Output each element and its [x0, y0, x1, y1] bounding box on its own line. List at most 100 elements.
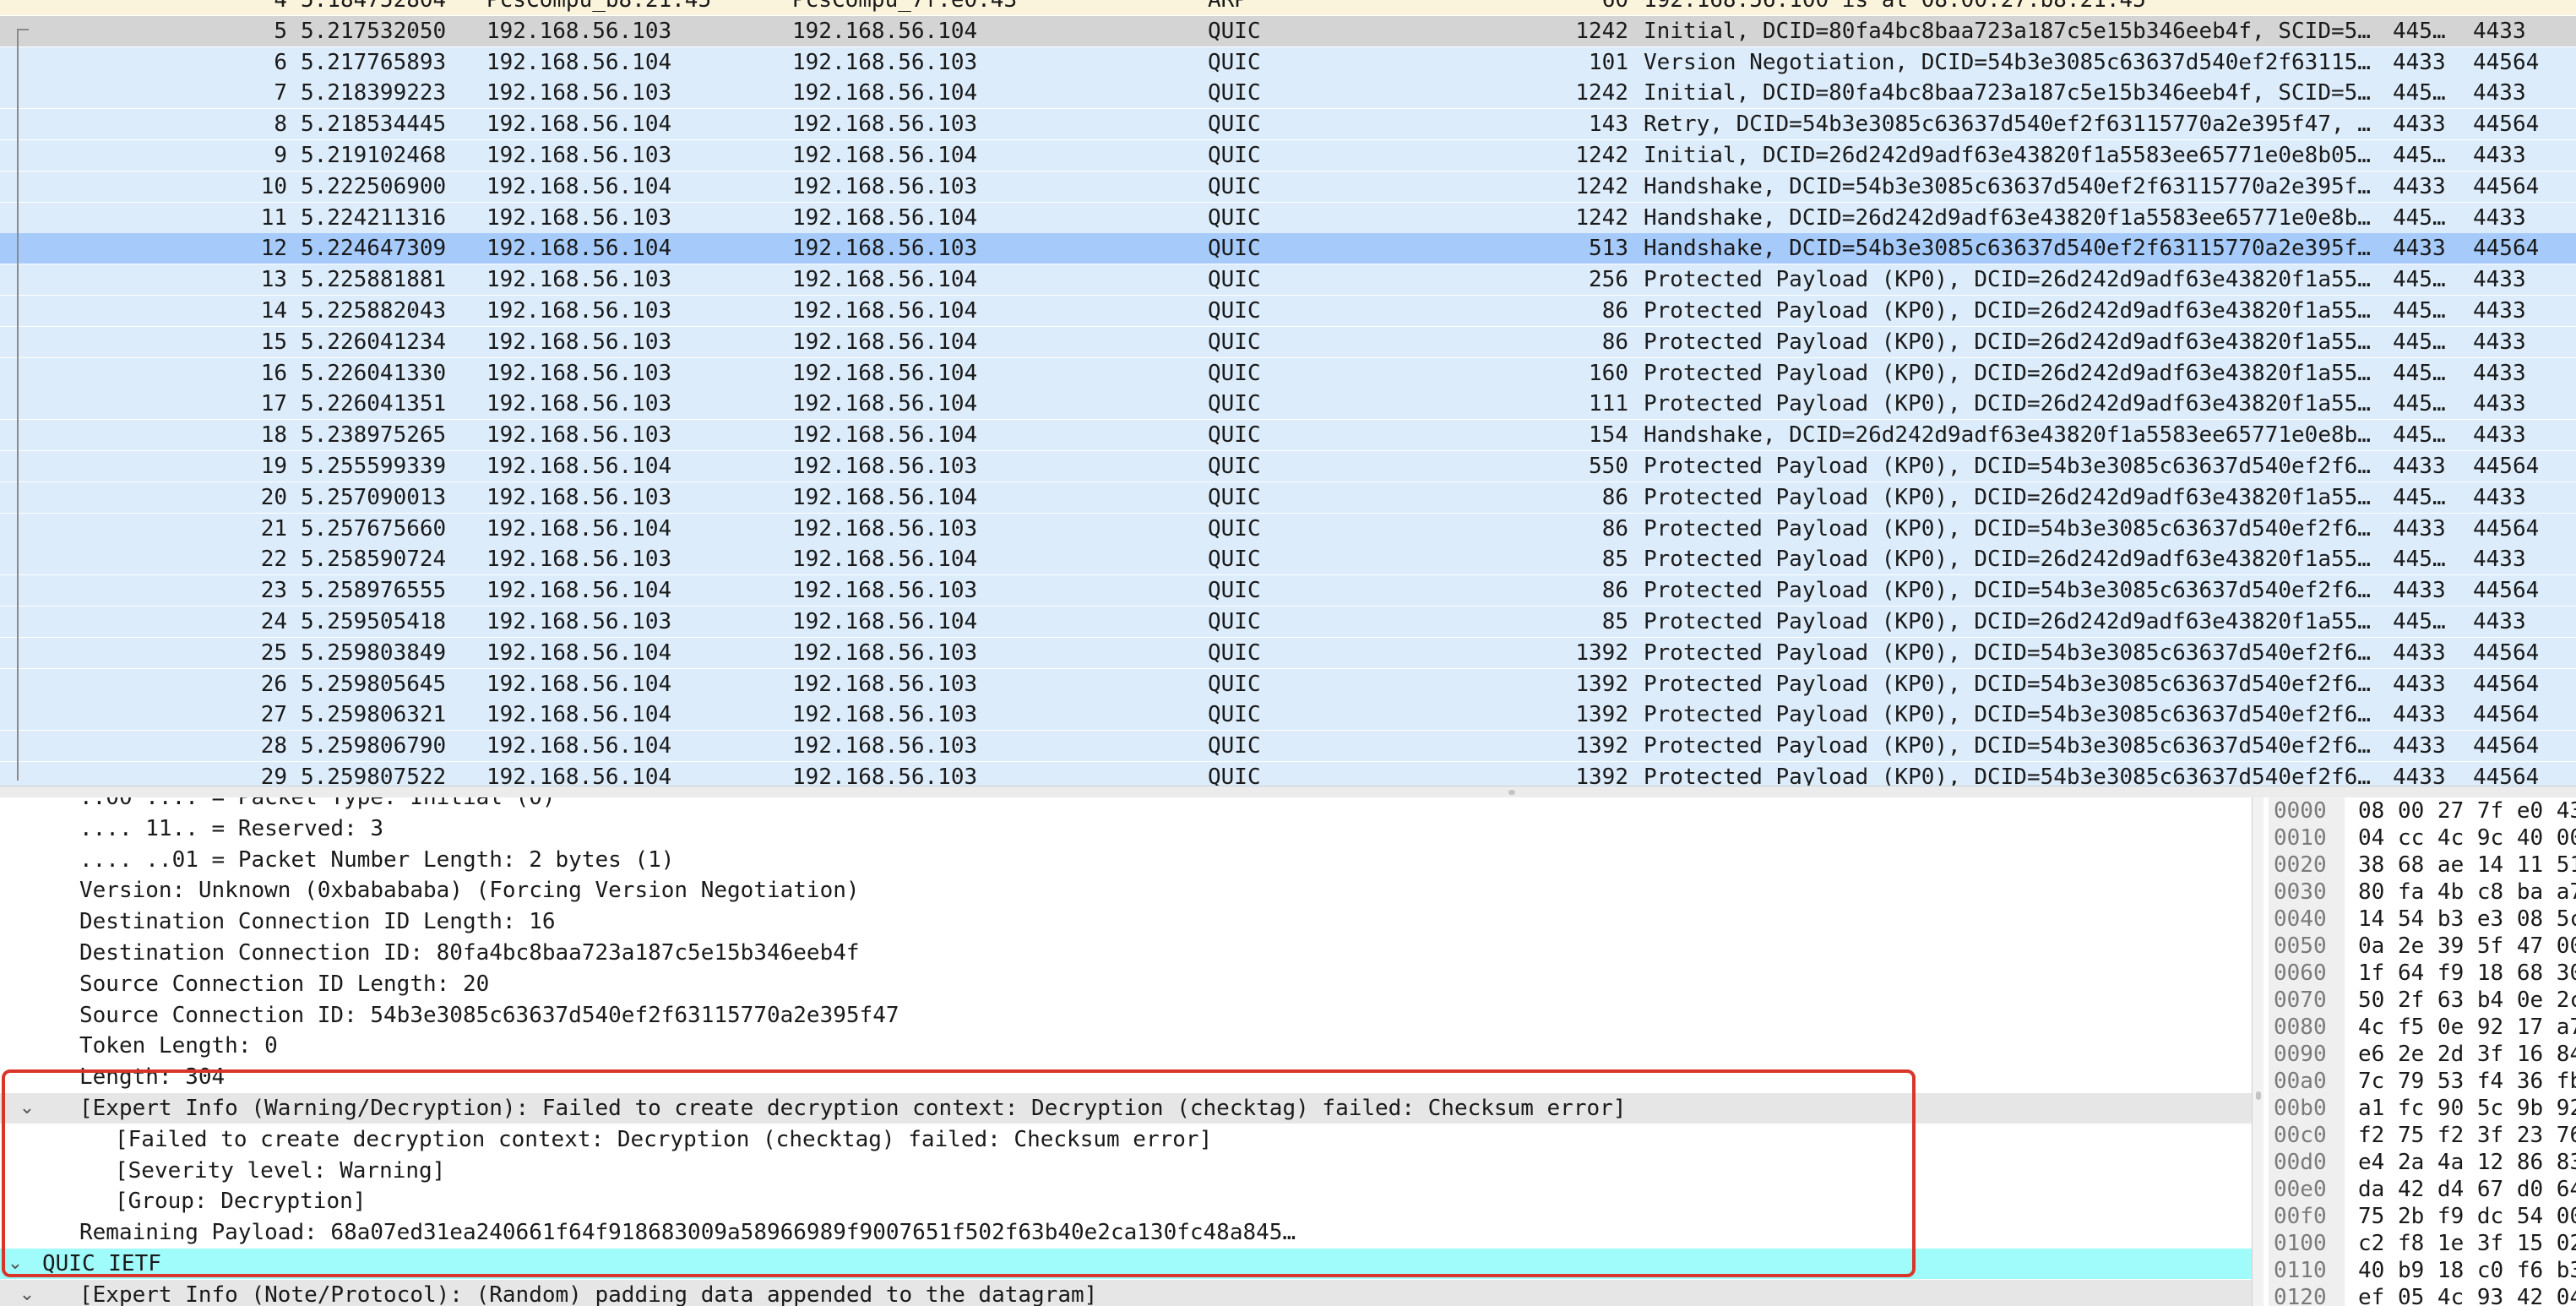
packet-row[interactable]: 5 5.217532050 192.168.56.103 192.168.56.104…: [0, 15, 2576, 46]
packet-source: 192.168.56.103: [486, 80, 672, 106]
packet-time: 5.225881881: [301, 267, 447, 293]
detail-field-row[interactable]: Version: Unknown (0xbabababa) (Forcing V…: [0, 875, 2252, 906]
packet-destination: 192.168.56.104: [792, 18, 978, 44]
expert-info-row[interactable]: ⌄ [Expert Info (Note/Protocol): (Random) …: [0, 1279, 2252, 1306]
hex-bytes: 75 2b f9 dc 54 00: [2358, 1204, 2576, 1229]
packet-row[interactable]: 4 5.184752804 PcsCompu_b8:21:45 PcsCompu_7f…: [0, 0, 2576, 15]
packet-row[interactable]: 28 5.259806790 192.168.56.104 192.168.56.10…: [0, 731, 2576, 762]
packet-protocol: QUIC: [1208, 391, 1261, 417]
packet-row[interactable]: 20 5.257090013 192.168.56.103 192.168.56.10…: [0, 482, 2576, 513]
packet-row[interactable]: 22 5.258590724 192.168.56.103 192.168.56.10…: [0, 544, 2576, 575]
detail-field-row[interactable]: Length: 304: [0, 1062, 2252, 1092]
bytes-row[interactable]: 0120 ef 05 4c 93 42 04: [2264, 1282, 2576, 1306]
detail-field-row[interactable]: [Group: Decryption]: [0, 1186, 2252, 1216]
packet-src-port: 445…: [2393, 484, 2446, 510]
protocol-tree-header[interactable]: ⌄ QUIC IETF: [0, 1249, 2252, 1279]
packet-length: 1392: [1575, 733, 1628, 759]
bytes-row[interactable]: 0020 38 68 ae 14 11 51: [2264, 850, 2576, 880]
packet-destination: 192.168.56.104: [792, 360, 978, 386]
packet-row[interactable]: 27 5.259806321 192.168.56.104 192.168.56.10…: [0, 699, 2576, 731]
byte-offset: 0110: [2274, 1258, 2327, 1283]
packet-dst-port: 44564: [2473, 702, 2540, 728]
detail-field-row[interactable]: Destination Connection ID Length: 16: [0, 906, 2252, 937]
packet-row[interactable]: 19 5.255599339 192.168.56.104 192.168.56.10…: [0, 451, 2576, 482]
packet-row[interactable]: 26 5.259805645 192.168.56.104 192.168.56.10…: [0, 668, 2576, 699]
bytes-row[interactable]: 00e0 da 42 d4 67 d0 64: [2264, 1174, 2576, 1205]
packet-protocol: QUIC: [1208, 298, 1261, 324]
detail-field-text: Destination Connection ID: 80fa4bc8baa72…: [79, 940, 860, 966]
bytes-row[interactable]: 0110 40 b9 18 c0 f6 b3: [2264, 1255, 2576, 1286]
packet-source: 192.168.56.104: [486, 702, 672, 728]
packet-row[interactable]: 13 5.225881881 192.168.56.103 192.168.56.10…: [0, 264, 2576, 296]
bytes-row[interactable]: 0090 e6 2e 2d 3f 16 84: [2264, 1039, 2576, 1069]
packet-details-pane[interactable]: ..00 .... = Packet Type: Initial (0)....…: [0, 797, 2252, 1306]
packet-dst-port: 4433: [2473, 204, 2526, 231]
packet-source: 192.168.56.104: [486, 173, 672, 199]
packet-destination: 192.168.56.103: [792, 639, 978, 666]
packet-source: PcsCompu_b8:21:45: [486, 0, 712, 13]
packet-row[interactable]: 14 5.225882043 192.168.56.103 192.168.56.10…: [0, 296, 2576, 326]
bytes-row[interactable]: 00d0 e4 2a 4a 12 86 83: [2264, 1147, 2576, 1178]
bytes-row[interactable]: 0100 c2 f8 1e 3f 15 02: [2264, 1228, 2576, 1259]
detail-field-row[interactable]: Destination Connection ID: 80fa4bc8baa72…: [0, 938, 2252, 968]
detail-field-row[interactable]: .... ..01 = Packet Number Length: 2 byte…: [0, 845, 2252, 875]
packet-row[interactable]: 6 5.217765893 192.168.56.104 192.168.56.103…: [0, 46, 2576, 78]
packet-list[interactable]: 4 5.184752804 PcsCompu_b8:21:45 PcsCompu_7f…: [0, 0, 2576, 786]
splitter-grip-icon: [2256, 1091, 2261, 1100]
packet-row[interactable]: 17 5.226041351 192.168.56.103 192.168.56.10…: [0, 389, 2576, 420]
packet-row[interactable]: 21 5.257675660 192.168.56.104 192.168.56.10…: [0, 513, 2576, 544]
packet-destination: 192.168.56.103: [792, 671, 978, 697]
hex-bytes: 04 cc 4c 9c 40 00: [2358, 825, 2576, 851]
expert-info-row[interactable]: ⌄ [Expert Info (Warning/Decryption): Fail…: [0, 1093, 2252, 1124]
packet-row[interactable]: 15 5.226041234 192.168.56.103 192.168.56.10…: [0, 326, 2576, 357]
packet-destination: 192.168.56.104: [792, 80, 978, 106]
detail-field-row[interactable]: Token Length: 0: [0, 1031, 2252, 1061]
packet-row[interactable]: 23 5.258976555 192.168.56.104 192.168.56.10…: [0, 575, 2576, 607]
packet-row[interactable]: 12 5.224647309 192.168.56.104 192.168.56.10…: [0, 233, 2576, 264]
packet-time: 5.226041351: [301, 391, 447, 417]
packet-row[interactable]: 10 5.222506900 192.168.56.104 192.168.56.10…: [0, 171, 2576, 202]
bytes-row[interactable]: 0060 1f 64 f9 18 68 30: [2264, 958, 2576, 988]
detail-field-row[interactable]: Remaining Payload: 68a07ed31ea240661f64f…: [0, 1217, 2252, 1248]
packet-row[interactable]: 11 5.224211316 192.168.56.103 192.168.56.10…: [0, 202, 2576, 233]
bytes-row[interactable]: 0040 14 54 b3 e3 08 5c: [2264, 904, 2576, 934]
packet-src-port: 4433: [2393, 173, 2446, 199]
bytes-row[interactable]: 00b0 a1 fc 90 5c 9b 92: [2264, 1093, 2576, 1124]
chevron-down-icon[interactable]: ⌄: [17, 1093, 37, 1124]
bytes-row[interactable]: 0050 0a 2e 39 5f 47 00: [2264, 931, 2576, 961]
detail-field-row[interactable]: .... 11.. = Reserved: 3: [0, 814, 2252, 844]
packet-src-port: 445…: [2393, 143, 2446, 168]
packet-dst-port: 44564: [2473, 639, 2540, 666]
packet-row[interactable]: 18 5.238975265 192.168.56.103 192.168.56.10…: [0, 420, 2576, 451]
packet-row[interactable]: 9 5.219102468 192.168.56.103 192.168.56.104…: [0, 140, 2576, 171]
detail-field-row[interactable]: [Failed to create decryption context: De…: [0, 1124, 2252, 1155]
packet-row[interactable]: 7 5.218399223 192.168.56.103 192.168.56.104…: [0, 78, 2576, 109]
packet-row[interactable]: 16 5.226041330 192.168.56.103 192.168.56.10…: [0, 357, 2576, 389]
bytes-row[interactable]: 0080 4c f5 0e 92 17 a7: [2264, 1012, 2576, 1042]
detail-field-row[interactable]: Source Connection ID Length: 20: [0, 969, 2252, 999]
bytes-row[interactable]: 00f0 75 2b f9 dc 54 00: [2264, 1201, 2576, 1232]
detail-field-row[interactable]: ..00 .... = Packet Type: Initial (0): [0, 797, 2252, 813]
packet-row[interactable]: 8 5.218534445 192.168.56.104 192.168.56.103…: [0, 109, 2576, 140]
bytes-row[interactable]: 0030 80 fa 4b c8 ba a7: [2264, 877, 2576, 907]
bytes-row[interactable]: 00a0 7c 79 53 f4 36 fb: [2264, 1066, 2576, 1096]
chevron-down-icon[interactable]: ⌄: [17, 1280, 37, 1306]
packet-info: Protected Payload (KP0), DCID=54b3e3085c…: [1644, 454, 2371, 479]
hex-bytes: a1 fc 90 5c 9b 92: [2358, 1096, 2576, 1121]
packet-source: 192.168.56.104: [486, 671, 672, 697]
bytes-row[interactable]: 0000 08 00 27 7f e0 43: [2264, 797, 2576, 826]
packet-protocol: QUIC: [1208, 18, 1261, 44]
bytes-row[interactable]: 0070 50 2f 63 b4 0e 2c: [2264, 985, 2576, 1015]
bytes-row[interactable]: 00c0 f2 75 f2 3f 23 76: [2264, 1120, 2576, 1151]
packet-src-port: 4433: [2393, 112, 2446, 138]
packet-bytes-pane[interactable]: 0000 08 00 27 7f e0 43 0010 04 cc 4c 9c 40 …: [2264, 797, 2576, 1306]
chevron-down-icon[interactable]: ⌄: [5, 1249, 25, 1279]
bytes-row[interactable]: 0010 04 cc 4c 9c 40 00: [2264, 823, 2576, 853]
packet-row[interactable]: 24 5.259505418 192.168.56.103 192.168.56.10…: [0, 607, 2576, 637]
detail-field-row[interactable]: Source Connection ID: 54b3e3085c63637d54…: [0, 1000, 2252, 1031]
packet-row[interactable]: 25 5.259803849 192.168.56.104 192.168.56.10…: [0, 637, 2576, 668]
detail-field-text: .... ..01 = Packet Number Length: 2 byte…: [79, 846, 675, 873]
packet-row[interactable]: 29 5.259807522 192.168.56.104 192.168.56.10…: [0, 762, 2576, 786]
detail-field-row[interactable]: [Severity level: Warning]: [0, 1156, 2252, 1186]
packet-time: 5.217532050: [301, 18, 447, 44]
